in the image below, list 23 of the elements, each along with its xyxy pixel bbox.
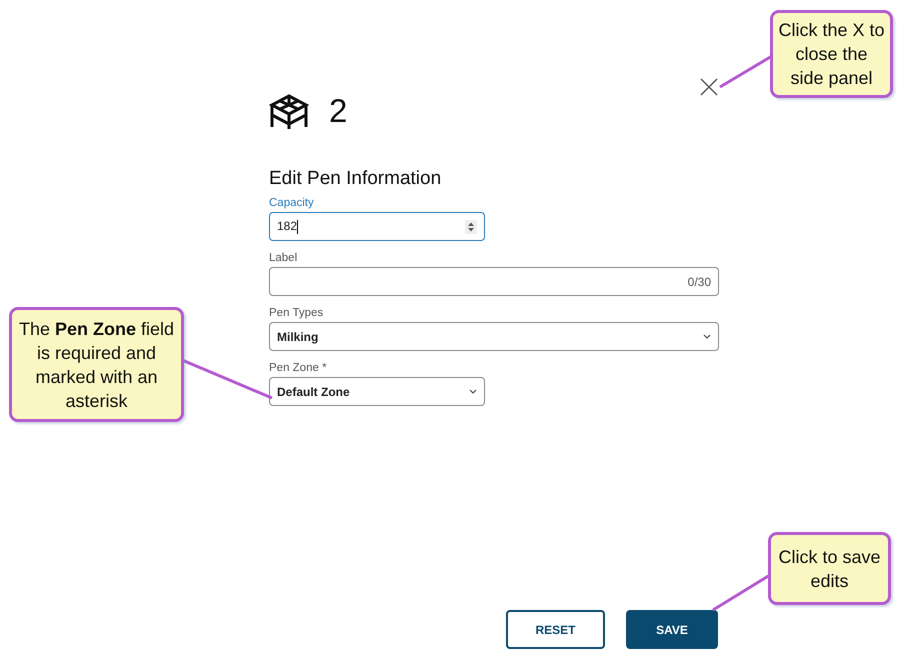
section-title: Edit Pen Information (269, 168, 442, 191)
field-label: Capacity (269, 196, 314, 211)
spinner-icon[interactable] (465, 220, 477, 234)
field-label: Pen Types (269, 306, 324, 321)
field-label: Label (269, 251, 298, 266)
reset-button[interactable]: RESET (506, 610, 605, 649)
chevron-down-icon (469, 389, 477, 394)
input-field[interactable]: 0/30 (269, 267, 719, 296)
close-icon[interactable] (700, 78, 718, 96)
dropdown[interactable]: Milking (269, 322, 719, 351)
chevron-down-icon (703, 334, 711, 339)
callout-note: Click to save edits (768, 532, 891, 605)
callout-note: The Pen Zone field is required and marked with an asterisk (9, 307, 184, 422)
pen-number: 2 (329, 92, 348, 130)
leader-line (719, 54, 773, 88)
save-button[interactable]: SAVE (626, 610, 718, 649)
leader-line (712, 574, 771, 612)
field-label: Pen Zone * (269, 361, 327, 376)
callout-note: Click the X to close the side panel (770, 10, 893, 98)
dropdown[interactable]: Default Zone (269, 377, 485, 406)
character-counter: 0/30 (688, 274, 711, 288)
fence-icon (269, 93, 309, 129)
number-field[interactable]: 182 (269, 212, 485, 241)
